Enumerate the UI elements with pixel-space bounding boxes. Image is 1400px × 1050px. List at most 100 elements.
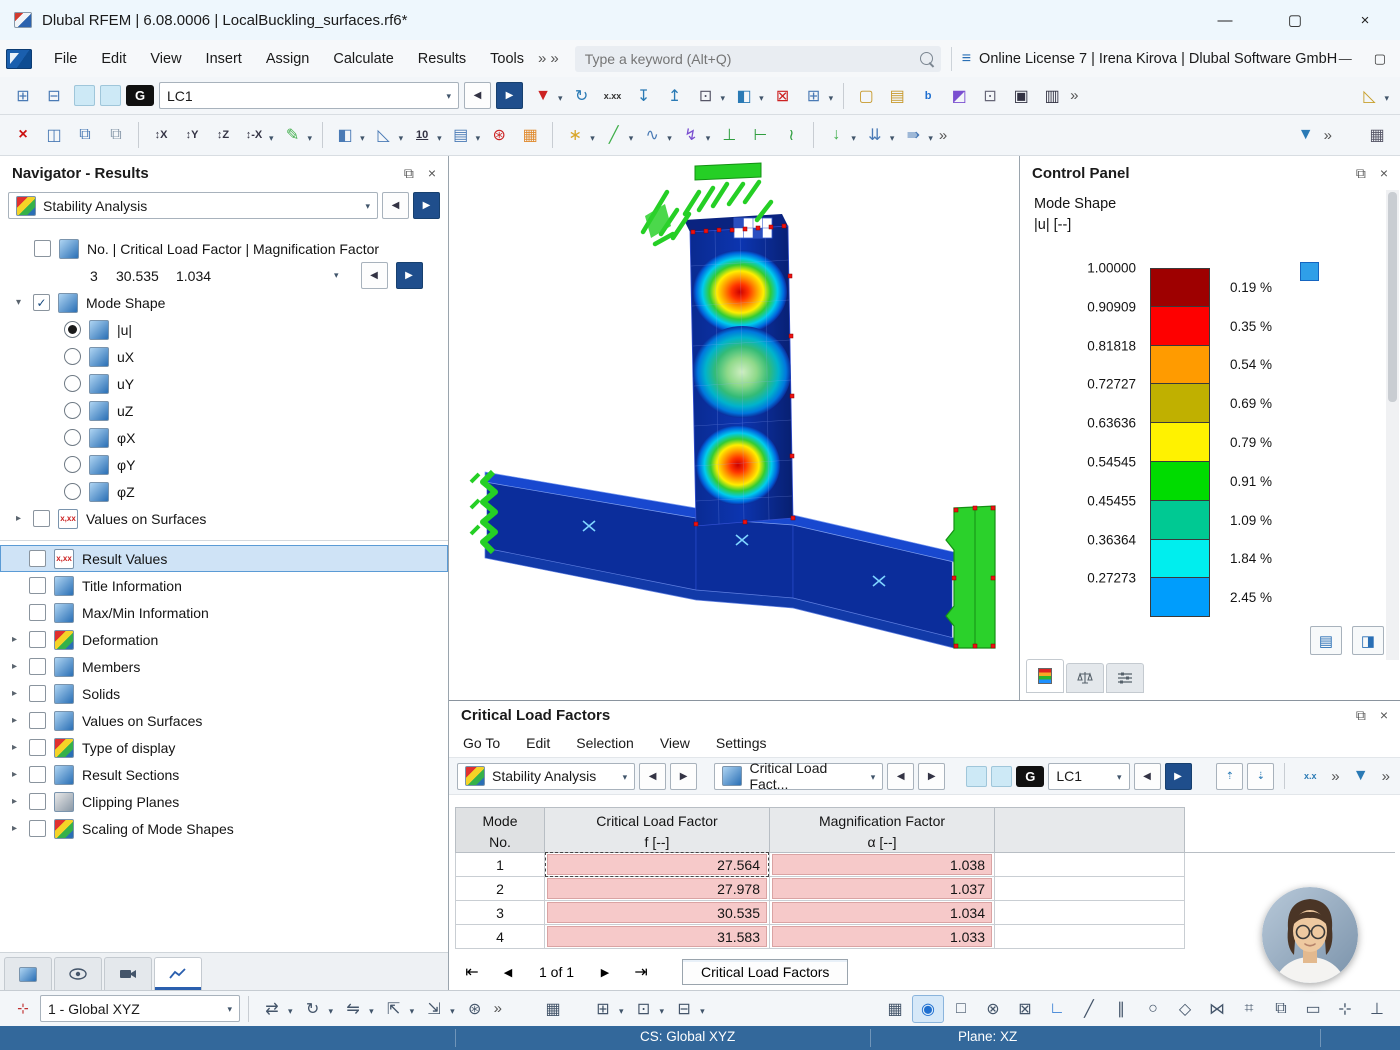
item-checkbox[interactable] bbox=[29, 793, 46, 810]
float-panel-icon[interactable]: ⧉ bbox=[404, 165, 414, 182]
panel-minimize-icon[interactable]: — bbox=[1339, 51, 1352, 67]
maximize-button[interactable]: ▢ bbox=[1260, 0, 1330, 40]
rendering-icon[interactable]: ◩ bbox=[944, 83, 974, 109]
extend-z-icon[interactable]: ↕Z bbox=[208, 122, 238, 148]
bimplus-icon[interactable]: b bbox=[913, 83, 943, 109]
menu-go-to[interactable]: Go To bbox=[463, 735, 500, 751]
nav-item-title-information[interactable]: Title Information bbox=[0, 572, 448, 599]
cross-snap-icon[interactable]: ⊗ bbox=[978, 996, 1008, 1022]
expand-icon[interactable]: ▸ bbox=[8, 715, 21, 726]
expand-icon[interactable]: ▸ bbox=[8, 634, 21, 645]
chevron-down-icon[interactable]: ▾ bbox=[558, 93, 563, 104]
delete-icon[interactable]: × bbox=[8, 122, 38, 148]
chevron-down-icon[interactable]: ▾ bbox=[399, 133, 404, 144]
fe-mesh-icon[interactable]: ⊛ bbox=[484, 122, 514, 148]
mode-shape-checkbox[interactable]: ✓ bbox=[33, 294, 50, 311]
tab-factors[interactable] bbox=[1066, 663, 1104, 693]
mag-cell[interactable]: 1.037 bbox=[770, 877, 995, 901]
minimize-button[interactable]: — bbox=[1190, 0, 1260, 40]
tab-display[interactable] bbox=[54, 957, 102, 990]
chevron-down-icon[interactable]: ▾ bbox=[308, 133, 313, 144]
chevron-down-icon[interactable]: ▾ bbox=[928, 133, 933, 144]
tab-display-settings[interactable] bbox=[1106, 663, 1144, 693]
regenerate-icon[interactable]: ⊛ bbox=[460, 996, 490, 1022]
expand-icon[interactable]: ▸ bbox=[8, 688, 21, 699]
rotate-icon[interactable]: ↻ bbox=[298, 996, 328, 1022]
origin-icon[interactable]: ⊹ bbox=[1330, 996, 1360, 1022]
visibility-chip-icon[interactable] bbox=[966, 766, 987, 787]
mode-number-cell[interactable]: 3 bbox=[455, 901, 545, 925]
radio-ux[interactable] bbox=[64, 348, 81, 365]
visibility-filter-icon[interactable]: ▼ bbox=[1291, 122, 1321, 148]
nav-item-maxmin-information[interactable]: Max/Min Information bbox=[0, 599, 448, 626]
radio-row-phiz[interactable]: φZ bbox=[0, 478, 448, 505]
menu-selection[interactable]: Selection bbox=[576, 735, 634, 751]
sync-up-icon[interactable]: ⇡ bbox=[1216, 763, 1243, 790]
snapshot-icon[interactable]: ⊡ bbox=[975, 83, 1005, 109]
radio-phiz[interactable] bbox=[64, 483, 81, 500]
menu-overflow-icon[interactable]: » bbox=[548, 50, 560, 67]
previous-lc-button[interactable]: ◀ bbox=[1134, 763, 1161, 790]
collapse-icon[interactable]: ▾ bbox=[12, 297, 25, 308]
item-checkbox[interactable] bbox=[29, 577, 46, 594]
previous-result-button[interactable]: ◀ bbox=[887, 763, 914, 790]
item-checkbox[interactable] bbox=[29, 820, 46, 837]
align-icon[interactable]: ⇱ bbox=[379, 996, 409, 1022]
grid-toggle-icon[interactable]: ▦ bbox=[880, 996, 910, 1022]
nav-item-members[interactable]: ▸ Members bbox=[0, 653, 448, 680]
support-tool-icon[interactable]: ⊥ bbox=[714, 122, 744, 148]
workplane-icon[interactable]: ▭ bbox=[1298, 996, 1328, 1022]
display-panel-icon[interactable]: ◧ bbox=[729, 83, 759, 109]
extend-y-icon[interactable]: ↕Y bbox=[177, 122, 207, 148]
tab-views[interactable] bbox=[104, 957, 152, 990]
expand-icon[interactable]: ▸ bbox=[8, 796, 21, 807]
table-filter-icon[interactable]: ▼ bbox=[1346, 763, 1376, 789]
mode-number-cell[interactable]: 2 bbox=[455, 877, 545, 901]
chevron-down-icon[interactable]: ▾ bbox=[759, 93, 764, 104]
item-checkbox[interactable] bbox=[29, 604, 46, 621]
sync-down-icon[interactable]: ⇣ bbox=[1247, 763, 1274, 790]
clf-cell[interactable]: 30.535 bbox=[545, 901, 770, 925]
mag-cell[interactable]: 1.038 bbox=[770, 853, 995, 877]
chevron-down-icon[interactable]: ▾ bbox=[660, 1006, 665, 1017]
new-project-icon[interactable]: ▢ bbox=[851, 83, 881, 109]
surface-load-icon[interactable]: ⇛ bbox=[898, 122, 928, 148]
user-avatar[interactable] bbox=[1262, 887, 1358, 983]
menu-overflow-icon[interactable]: » bbox=[536, 50, 548, 67]
next-analysis-button[interactable]: ▶ bbox=[413, 192, 440, 219]
expand-icon[interactable]: ▸ bbox=[8, 823, 21, 834]
next-load-case-button[interactable]: ▶ bbox=[496, 82, 523, 109]
load-case-select[interactable]: LC1 ▾ bbox=[159, 82, 459, 109]
first-page-icon[interactable]: ⇤ bbox=[457, 959, 487, 985]
previous-analysis-button[interactable]: ◀ bbox=[382, 192, 409, 219]
extend-neg-x-icon[interactable]: ↕-X bbox=[239, 122, 269, 148]
mag-cell[interactable]: 1.033 bbox=[770, 925, 995, 949]
mode-number-cell[interactable]: 1 bbox=[455, 853, 545, 877]
chevron-down-icon[interactable]: ▾ bbox=[590, 133, 595, 144]
menu-settings[interactable]: Settings bbox=[716, 735, 767, 751]
copy-icon[interactable]: ⧉ bbox=[70, 122, 100, 148]
nav-item-clipping-planes[interactable]: ▸ Clipping Planes bbox=[0, 788, 448, 815]
item-checkbox[interactable] bbox=[29, 685, 46, 702]
format-painter-icon[interactable]: ✎ bbox=[278, 122, 308, 148]
radio-row-uy[interactable]: uY bbox=[0, 370, 448, 397]
radio-row-u[interactable]: |u| bbox=[0, 316, 448, 343]
nav-item-solids[interactable]: ▸ Solids bbox=[0, 680, 448, 707]
next-page-icon[interactable]: ▶ bbox=[590, 959, 620, 985]
next-lc-button[interactable]: ▶ bbox=[1165, 763, 1192, 790]
nav-item-result-sections[interactable]: ▸ Result Sections bbox=[0, 761, 448, 788]
print-icon[interactable]: ▥ bbox=[1037, 83, 1067, 109]
chevron-down-icon[interactable]: ▾ bbox=[721, 93, 726, 104]
spline-tool-icon[interactable]: ∿ bbox=[637, 122, 667, 148]
previous-table-button[interactable]: ◀ bbox=[639, 763, 666, 790]
hinge-tool-icon[interactable]: ⊢ bbox=[745, 122, 775, 148]
snap-toggle-icon[interactable]: ◉ bbox=[912, 995, 944, 1023]
menu-tools[interactable]: Tools bbox=[478, 40, 536, 77]
next-result-button[interactable]: ▶ bbox=[918, 763, 945, 790]
object-snap-icon[interactable]: ⊡ bbox=[629, 996, 659, 1022]
radio-u[interactable] bbox=[64, 321, 81, 338]
float-panel-icon[interactable]: ⧉ bbox=[1356, 165, 1366, 182]
column-header-mag[interactable]: Magnification Factorα [--] bbox=[770, 807, 995, 853]
toolbar-overflow-icon[interactable]: » bbox=[1068, 87, 1080, 104]
perpendicular-snap-icon[interactable]: ⊥ bbox=[1362, 996, 1392, 1022]
